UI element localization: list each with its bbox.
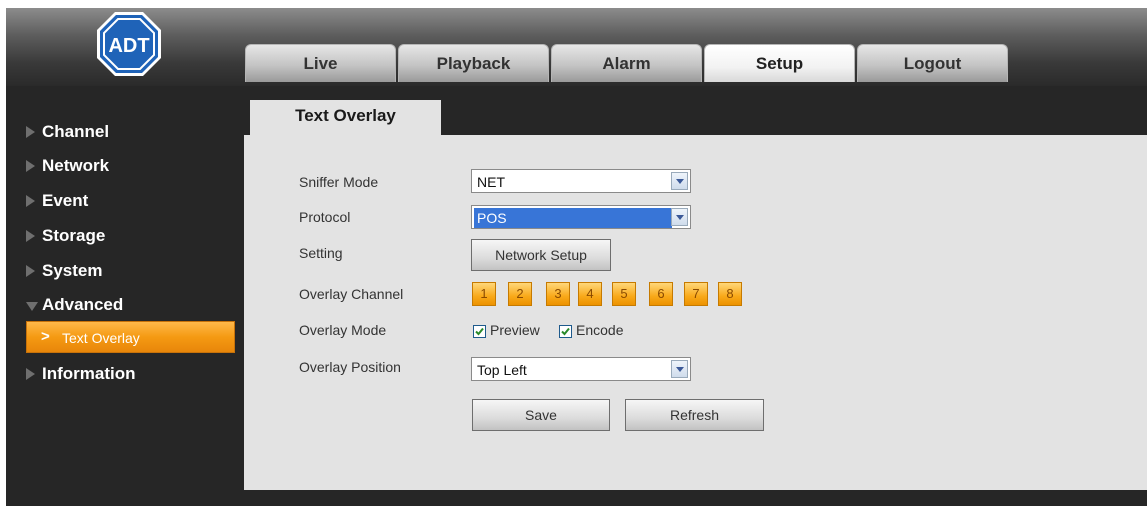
tab-alarm[interactable]: Alarm (551, 44, 702, 82)
channel-8-button[interactable]: 8 (718, 282, 742, 306)
sidebar-item-label: Network (42, 156, 110, 175)
sidebar-item-label: Channel (42, 122, 110, 141)
channel-3-button[interactable]: 3 (546, 282, 570, 306)
save-button[interactable]: Save (472, 399, 610, 431)
channel-1-button[interactable]: 1 (472, 282, 496, 306)
protocol-select[interactable]: POS (471, 205, 691, 229)
sidebar-item-label: Advanced (42, 295, 124, 314)
header-bar: ADT Live Playback Alarm Setup Logout (6, 8, 1147, 86)
overlay-position-value: Top Left (477, 362, 527, 378)
preview-checkbox-label: Preview (490, 322, 540, 338)
sidebar-item-system[interactable]: System (6, 257, 242, 287)
encode-checkbox-label: Encode (576, 322, 624, 338)
expand-arrow-icon (26, 368, 35, 380)
app-frame: ADT Live Playback Alarm Setup Logout Cha… (6, 8, 1147, 506)
sidebar-item-network[interactable]: Network (6, 152, 242, 182)
tab-playback[interactable]: Playback (398, 44, 549, 82)
sidebar-item-advanced[interactable]: Advanced (6, 291, 242, 321)
adt-logo: ADT (97, 12, 161, 76)
expand-arrow-icon (26, 160, 35, 172)
sidebar-item-label: System (42, 261, 103, 280)
collapse-arrow-icon (26, 302, 38, 311)
sidebar-item-storage[interactable]: Storage (6, 222, 242, 252)
refresh-button[interactable]: Refresh (625, 399, 764, 431)
expand-arrow-icon (26, 195, 35, 207)
sidebar-item-label: Event (42, 191, 89, 210)
dropdown-arrow-icon (671, 208, 688, 226)
settings-panel: Sniffer Mode NET Protocol POS Setting Ne… (244, 135, 1147, 490)
channel-2-button[interactable]: 2 (508, 282, 532, 306)
preview-checkbox[interactable] (473, 325, 486, 338)
tab-text-overlay[interactable]: Text Overlay (250, 100, 441, 136)
sidebar-item-label: Information (42, 364, 136, 383)
protocol-label: Protocol (299, 209, 351, 225)
sidebar-subitem-text-overlay[interactable]: > Text Overlay (26, 321, 235, 353)
sniffer-mode-value: NET (477, 174, 505, 190)
overlay-channel-label: Overlay Channel (299, 286, 404, 302)
chevron-right-icon: > (41, 328, 50, 345)
sidebar-item-channel[interactable]: Channel (6, 118, 242, 148)
sidebar-subitem-label: Text Overlay (62, 330, 140, 346)
checkmark-icon (475, 327, 484, 336)
channel-7-button[interactable]: 7 (684, 282, 708, 306)
sniffer-mode-select[interactable]: NET (471, 169, 691, 193)
overlay-position-label: Overlay Position (299, 359, 401, 375)
sidebar-item-event[interactable]: Event (6, 187, 242, 217)
tab-logout[interactable]: Logout (857, 44, 1008, 82)
tab-setup[interactable]: Setup (704, 44, 855, 82)
expand-arrow-icon (26, 265, 35, 277)
dropdown-arrow-icon (671, 172, 688, 190)
encode-checkbox[interactable] (559, 325, 572, 338)
checkmark-icon (561, 327, 570, 336)
channel-4-button[interactable]: 4 (578, 282, 602, 306)
overlay-position-select[interactable]: Top Left (471, 357, 691, 381)
sidebar-item-label: Storage (42, 226, 106, 245)
dropdown-arrow-icon (671, 360, 688, 378)
overlay-mode-label: Overlay Mode (299, 322, 387, 338)
sniffer-mode-label: Sniffer Mode (299, 174, 379, 190)
protocol-value: POS (474, 208, 672, 228)
channel-6-button[interactable]: 6 (649, 282, 673, 306)
tab-live[interactable]: Live (245, 44, 396, 82)
sidebar-item-information[interactable]: Information (6, 360, 242, 390)
network-setup-button[interactable]: Network Setup (471, 239, 611, 271)
expand-arrow-icon (26, 126, 35, 138)
expand-arrow-icon (26, 230, 35, 242)
setting-label: Setting (299, 245, 343, 261)
channel-5-button[interactable]: 5 (612, 282, 636, 306)
logo-text: ADT (108, 35, 149, 57)
